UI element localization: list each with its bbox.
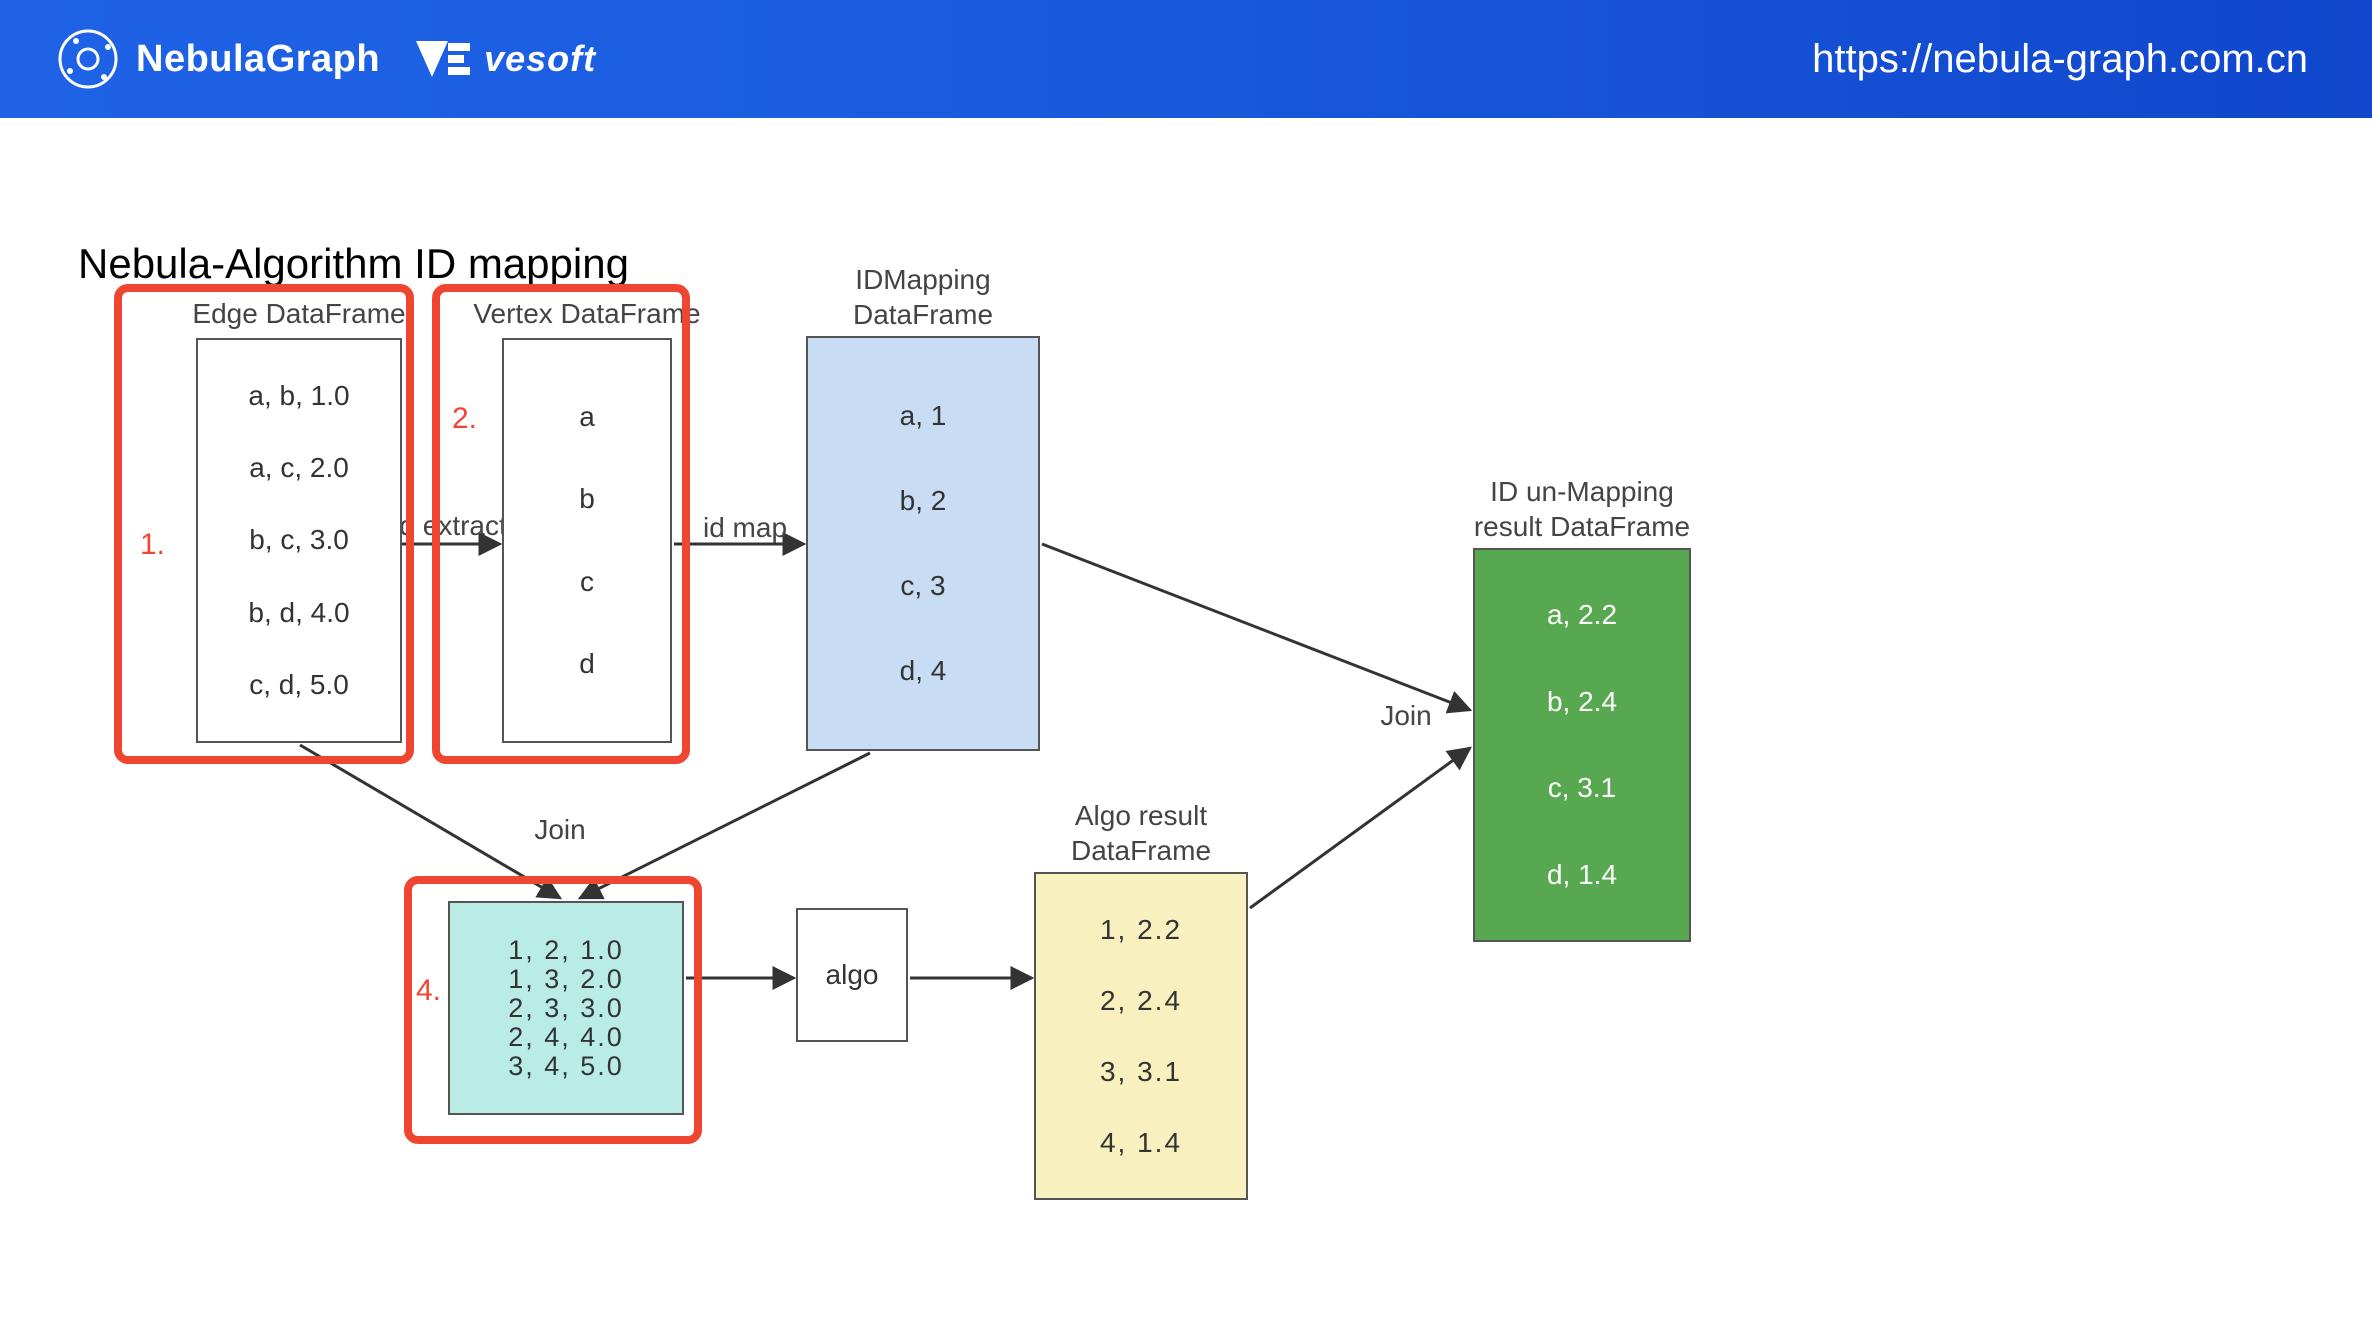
nebulagraph-brand: NebulaGraph xyxy=(56,27,380,91)
algores-row: 3, 3.1 xyxy=(1036,1058,1246,1086)
algores-row: 4, 1.4 xyxy=(1036,1129,1246,1157)
unmapping-result-box: a, 2.2 b, 2.4 c, 3.1 d, 1.4 xyxy=(1473,548,1691,942)
page-title: Nebula-Algorithm ID mapping xyxy=(78,240,629,288)
join2-label: Join xyxy=(1356,698,1456,733)
highlight-frame-2 xyxy=(432,284,690,764)
result-row: a, 2.2 xyxy=(1475,601,1689,629)
idmap-row: a, 1 xyxy=(808,402,1038,430)
header-url: https://nebula-graph.com.cn xyxy=(1812,37,2308,82)
idmapping-dataframe-box: a, 1 b, 2 c, 3 d, 4 xyxy=(806,336,1040,751)
vesoft-brand: vesoft xyxy=(414,38,596,80)
highlight-frame-1 xyxy=(114,284,414,764)
diagram-area: Nebula-Algorithm ID mapping Edge DataFra… xyxy=(0,118,2372,1330)
algores-row: 1, 2.2 xyxy=(1036,916,1246,944)
vesoft-text: vesoft xyxy=(484,38,596,80)
algores-l1: Algo result xyxy=(1075,800,1207,831)
result-row: b, 2.4 xyxy=(1475,688,1689,716)
idmapping-l2: DataFrame xyxy=(853,299,993,330)
annotation-2: 2. xyxy=(452,402,477,436)
annotation-4: 4. xyxy=(416,974,441,1008)
algo-result-box: 1, 2.2 2, 2.4 3, 3.1 4, 1.4 xyxy=(1034,872,1248,1200)
highlight-frame-4 xyxy=(404,876,702,1144)
algores-l2: DataFrame xyxy=(1071,835,1211,866)
nebulagraph-text: NebulaGraph xyxy=(136,38,380,81)
idmap-row: b, 2 xyxy=(808,487,1038,515)
idmap-row: c, 3 xyxy=(808,572,1038,600)
nebulagraph-logo-icon xyxy=(56,27,120,91)
header-left: NebulaGraph vesoft xyxy=(56,27,596,91)
annotation-1: 1. xyxy=(140,528,165,562)
algo-box: algo xyxy=(796,908,908,1042)
vesoft-logo-icon xyxy=(414,39,472,79)
result-row: c, 3.1 xyxy=(1475,774,1689,802)
header-bar: NebulaGraph vesoft https://nebula-graph.… xyxy=(0,0,2372,118)
join1-label: Join xyxy=(510,812,610,847)
result-l1: ID un-Mapping xyxy=(1490,476,1674,507)
algo-text: algo xyxy=(826,961,879,989)
result-df-label: ID un-Mapping result DataFrame xyxy=(1460,474,1704,544)
idmap-row: d, 4 xyxy=(808,657,1038,685)
algores-df-label: Algo result DataFrame xyxy=(1034,798,1248,868)
algores-row: 2, 2.4 xyxy=(1036,987,1246,1015)
id-map-label: id map xyxy=(690,510,800,545)
result-row: d, 1.4 xyxy=(1475,861,1689,889)
result-l2: result DataFrame xyxy=(1474,511,1690,542)
idmapping-df-label: IDMapping DataFrame xyxy=(806,262,1040,332)
idmapping-l1: IDMapping xyxy=(855,264,990,295)
